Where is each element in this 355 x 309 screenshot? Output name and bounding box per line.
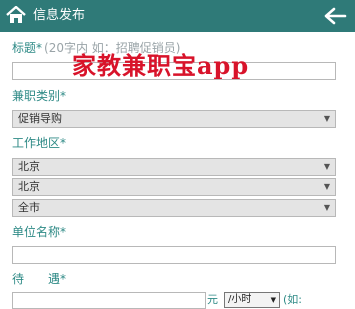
salary-unit-select[interactable]: /小时 ▼ [224, 292, 280, 308]
back-arrow-icon[interactable] [323, 6, 347, 26]
area-label: 工作地区* [12, 136, 67, 150]
title-label-text: 标题* [12, 41, 43, 55]
salary-label: 待 遇* [12, 272, 67, 286]
district-select-value: 全市 [18, 201, 40, 214]
top-bar: 信息发布 [0, 0, 355, 32]
dropdown-arrow-icon: ▼ [323, 114, 330, 123]
watermark-text: 家教兼职宝app [72, 51, 250, 80]
salary-input[interactable] [12, 292, 206, 309]
district-select[interactable]: 全市 ▼ [12, 199, 336, 217]
category-label: 兼职类别* [12, 89, 67, 103]
province-select[interactable]: 北京 ▼ [12, 158, 336, 176]
home-icon[interactable] [6, 6, 26, 24]
dropdown-arrow-icon: ▼ [323, 182, 330, 191]
page-title: 信息发布 [33, 8, 86, 23]
category-select[interactable]: 促销导购 ▼ [12, 110, 336, 128]
company-label: 单位名称* [12, 225, 67, 239]
salary-unit-value: /小时 [228, 294, 252, 305]
company-input[interactable] [12, 246, 336, 264]
city-select[interactable]: 北京 ▼ [12, 178, 336, 196]
dropdown-arrow-icon: ▼ [323, 203, 330, 212]
dropdown-arrow-icon: ▼ [323, 162, 330, 171]
province-select-value: 北京 [18, 160, 40, 173]
salary-hint: (如: [283, 293, 302, 306]
salary-currency: 元 [207, 293, 218, 306]
dropdown-arrow-icon: ▼ [270, 296, 276, 304]
city-select-value: 北京 [18, 180, 40, 193]
category-select-value: 促销导购 [18, 112, 62, 125]
